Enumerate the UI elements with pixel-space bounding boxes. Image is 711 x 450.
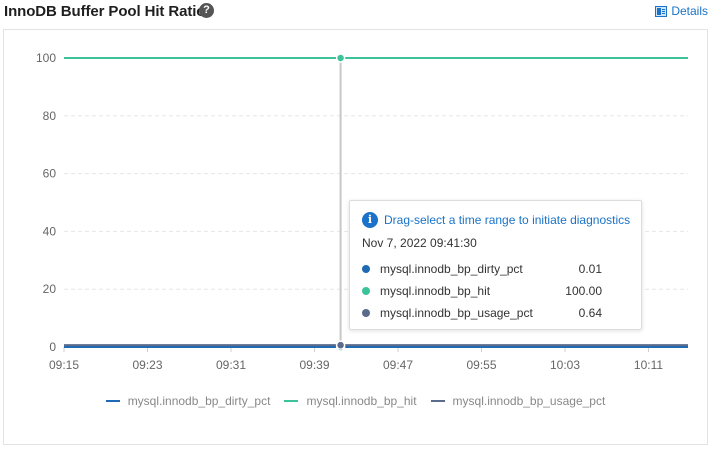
series-dot [362, 265, 370, 273]
legend-item[interactable]: mysql.innodb_bp_dirty_pct [105, 392, 271, 410]
x-tick-label: 09:31 [216, 358, 246, 372]
series-dot [362, 287, 370, 295]
tooltip-series-name: mysql.innodb_bp_usage_pct [380, 306, 533, 320]
y-tick-label: 80 [43, 109, 57, 123]
x-tick-label: 09:55 [466, 358, 496, 372]
chart-tooltip: i Drag-select a time range to initiate d… [349, 200, 642, 330]
tooltip-series-value: 0.64 [578, 306, 602, 320]
y-tick-label: 100 [36, 51, 56, 65]
legend-swatch [284, 400, 299, 402]
y-tick-label: 20 [43, 282, 57, 296]
series-dot [362, 309, 370, 317]
tooltip-series-value: 0.01 [578, 262, 602, 276]
hover-point [335, 53, 346, 63]
x-tick-label: 09:15 [49, 358, 79, 372]
legend-item[interactable]: mysql.innodb_bp_usage_pct [430, 392, 606, 410]
y-tick-label: 60 [43, 167, 57, 181]
legend-label: mysql.innodb_bp_usage_pct [452, 394, 606, 408]
x-tick-label: 10:11 [634, 358, 663, 372]
tooltip-hint-text: Drag-select a time range to initiate dia… [384, 213, 631, 227]
chart-legend: mysql.innodb_bp_dirty_pct mysql.innodb_bp… [0, 392, 711, 410]
x-tick-label: 09:23 [132, 358, 162, 372]
legend-label: mysql.innodb_bp_hit [306, 394, 417, 408]
tooltip-hint[interactable]: i Drag-select a time range to initiate d… [362, 212, 630, 228]
legend-item[interactable]: mysql.innodb_bp_hit [284, 392, 417, 410]
tooltip-series-name: mysql.innodb_bp_dirty_pct [380, 262, 523, 276]
legend-swatch [430, 400, 445, 402]
tooltip-row: mysql.innodb_bp_hit 100.00 [362, 283, 602, 299]
x-tick-label: 10:03 [550, 358, 580, 372]
legend-label: mysql.innodb_bp_dirty_pct [127, 394, 271, 408]
x-tick-label: 09:47 [383, 358, 413, 372]
y-tick-label: 0 [49, 340, 56, 354]
tooltip-row: mysql.innodb_bp_usage_pct 0.64 [362, 305, 602, 321]
tooltip-series-name: mysql.innodb_bp_hit [380, 284, 491, 298]
info-icon: i [362, 212, 378, 228]
x-tick-label: 09:39 [299, 358, 329, 372]
tooltip-timestamp: Nov 7, 2022 09:41:30 [362, 236, 477, 250]
y-tick-label: 40 [43, 224, 57, 238]
tooltip-series-value: 100.00 [565, 284, 602, 298]
hover-point [335, 340, 346, 350]
legend-swatch [105, 400, 120, 402]
tooltip-row: mysql.innodb_bp_dirty_pct 0.01 [362, 261, 602, 277]
